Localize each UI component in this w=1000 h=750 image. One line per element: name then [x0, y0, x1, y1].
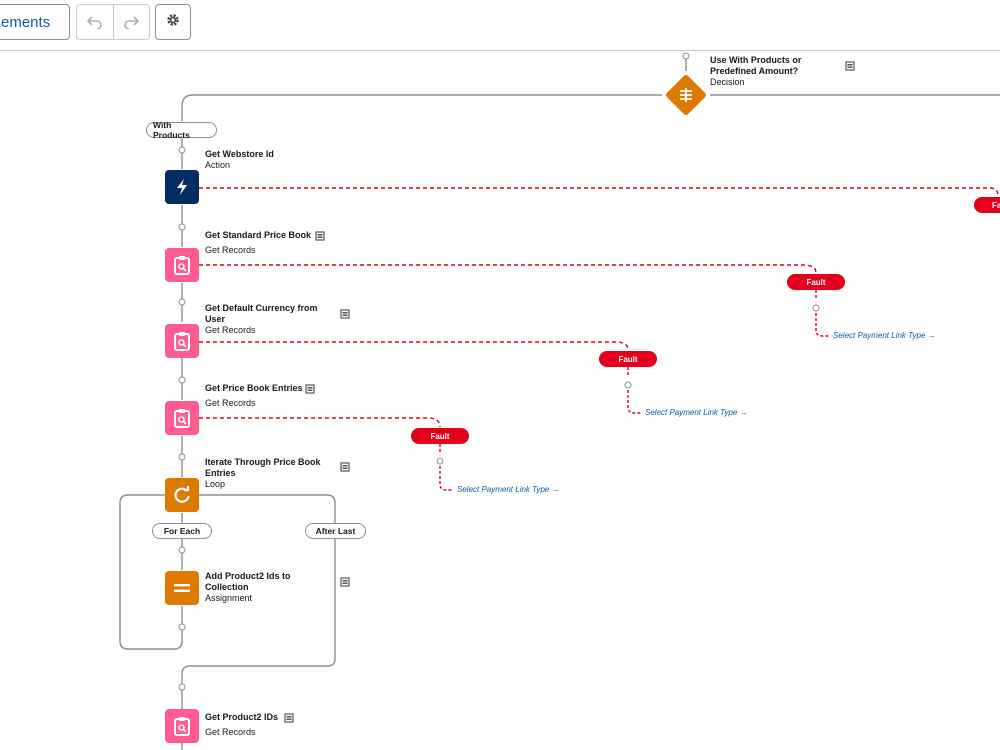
- undo-icon[interactable]: [77, 5, 114, 39]
- get-default-currency-node[interactable]: [165, 324, 199, 358]
- get-default-currency-label: Get Default Currency from User Get Recor…: [205, 303, 318, 335]
- gear-icon: [165, 12, 181, 33]
- description-icon[interactable]: [315, 231, 325, 241]
- settings-button[interactable]: [155, 4, 191, 40]
- get-webstore-id-node[interactable]: [165, 170, 199, 204]
- flow-canvas[interactable]: Use With Products or Predefined Amount? …: [0, 51, 1000, 750]
- fault-badge[interactable]: Fault: [787, 274, 845, 290]
- get-product2-ids-label: Get Product2 IDs Get Records: [205, 712, 279, 737]
- add-product2-ids-label: Add Product2 Ids to Collection Assignmen…: [205, 571, 291, 603]
- clipboard-search-icon: [174, 717, 190, 736]
- branch-label-after-last[interactable]: After Last: [305, 523, 366, 539]
- decision-label: Use With Products or Predefined Amount? …: [710, 55, 802, 87]
- clipboard-search-icon: [174, 409, 190, 428]
- clipboard-search-icon: [174, 256, 190, 275]
- goto-select-payment-link-type[interactable]: Select Payment Link Type →: [457, 485, 560, 494]
- equals-icon: [174, 584, 190, 592]
- description-icon[interactable]: [284, 713, 294, 723]
- redo-icon[interactable]: [114, 5, 150, 39]
- description-icon[interactable]: [305, 384, 315, 394]
- decision-icon: [680, 88, 692, 102]
- get-standard-price-book-label: Get Standard Price Book Get Records: [205, 230, 312, 255]
- elements-button[interactable]: ements: [0, 4, 70, 40]
- clipboard-search-icon: [174, 332, 190, 351]
- fault-badge[interactable]: Fa: [974, 197, 1000, 213]
- get-price-book-entries-node[interactable]: [165, 401, 199, 435]
- lightning-icon: [177, 179, 187, 195]
- fault-badge[interactable]: Fault: [599, 351, 657, 367]
- undo-redo-group: [76, 4, 150, 40]
- loop-icon: [174, 486, 190, 503]
- fault-badge[interactable]: Fault: [411, 428, 469, 444]
- goto-select-payment-link-type[interactable]: Select Payment Link Type →: [645, 408, 748, 417]
- iterate-price-book-entries-node[interactable]: [165, 478, 199, 512]
- get-product2-ids-node[interactable]: [165, 709, 199, 743]
- description-icon[interactable]: [340, 462, 350, 472]
- goto-select-payment-link-type[interactable]: Select Payment Link Type →: [833, 331, 936, 340]
- branch-label-for-each[interactable]: For Each: [152, 523, 212, 539]
- iterate-price-book-entries-label: Iterate Through Price Book Entries Loop: [205, 457, 321, 489]
- get-webstore-id-label: Get Webstore Id Action: [205, 149, 274, 170]
- description-icon[interactable]: [340, 309, 350, 319]
- get-price-book-entries-label: Get Price Book Entries Get Records: [205, 383, 303, 408]
- branch-label-with-products[interactable]: With Products: [146, 120, 217, 140]
- description-icon[interactable]: [845, 61, 855, 71]
- decision-node[interactable]: [664, 73, 708, 117]
- toolbar: ements: [0, 0, 1000, 51]
- add-product2-ids-node[interactable]: [165, 571, 199, 605]
- connectors: [119, 52, 1000, 750]
- description-icon[interactable]: [340, 577, 350, 587]
- get-standard-price-book-node[interactable]: [165, 248, 199, 282]
